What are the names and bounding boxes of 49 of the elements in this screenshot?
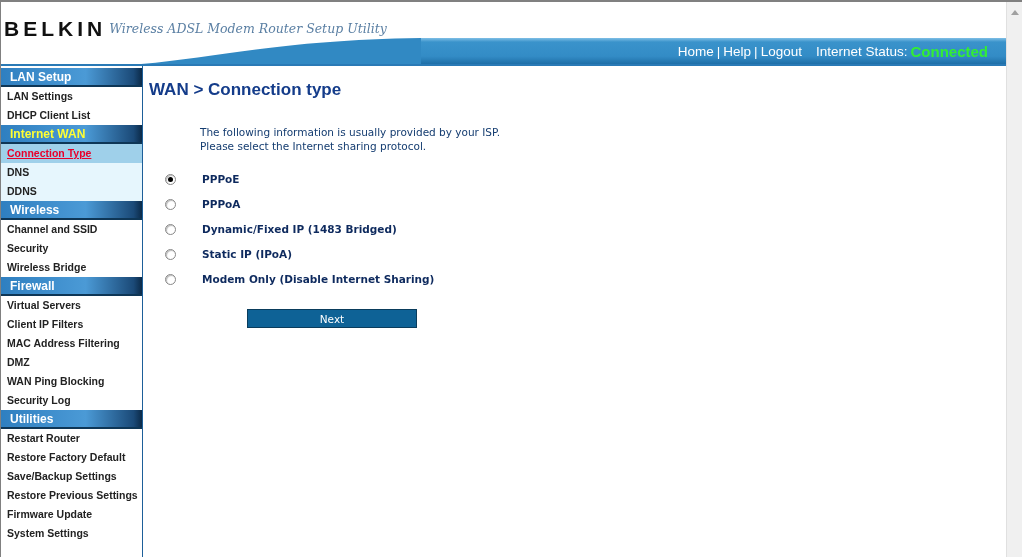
sidebar-item[interactable]: DNS bbox=[1, 163, 142, 182]
section-header[interactable]: Internet WAN bbox=[1, 125, 142, 144]
sidebar-item[interactable]: WAN Ping Blocking bbox=[1, 372, 142, 391]
app-subtitle: Wireless ADSL Modem Router Setup Utility bbox=[109, 21, 387, 36]
radio-button[interactable] bbox=[165, 223, 176, 235]
section-header[interactable]: LAN Setup bbox=[1, 68, 142, 87]
sidebar-item[interactable]: Channel and SSID bbox=[1, 220, 142, 239]
sidebar-item[interactable]: System Settings bbox=[1, 524, 142, 543]
sidebar-item[interactable]: Client IP Filters bbox=[1, 315, 142, 334]
scroll-up-icon[interactable] bbox=[1010, 10, 1019, 15]
sidebar-item[interactable]: DDNS bbox=[1, 182, 142, 201]
logo: BELKIN bbox=[4, 18, 107, 39]
option-label: Static IP (IPoA) bbox=[202, 248, 292, 260]
header-link[interactable]: Help bbox=[723, 43, 752, 59]
scrollbar[interactable] bbox=[1006, 2, 1022, 557]
sidebar-item[interactable]: DHCP Client List bbox=[1, 106, 142, 125]
option-label: PPPoA bbox=[202, 198, 241, 210]
header-link[interactable]: Home bbox=[677, 43, 714, 59]
option-label: Modem Only (Disable Internet Sharing) bbox=[202, 273, 435, 285]
section-header[interactable]: Firewall bbox=[1, 277, 142, 296]
next-button[interactable]: Next bbox=[247, 309, 417, 328]
sidebar-item[interactable]: LAN Settings bbox=[1, 87, 142, 106]
radio-button[interactable] bbox=[165, 198, 176, 210]
option-label: Dynamic/Fixed IP (1483 Bridged) bbox=[202, 223, 397, 235]
sidebar-item[interactable]: Restart Router bbox=[1, 429, 142, 448]
intro-text: Please select the Internet sharing protocol. bbox=[200, 139, 428, 153]
sidebar-item[interactable]: Security Log bbox=[1, 391, 142, 410]
sidebar-item[interactable]: Save/Backup Settings bbox=[1, 467, 142, 486]
option-label: PPPoE bbox=[202, 173, 240, 185]
section-header[interactable]: Utilities bbox=[1, 410, 142, 429]
sidebar-item[interactable]: Wireless Bridge bbox=[1, 258, 142, 277]
radio-button[interactable] bbox=[165, 273, 176, 285]
page-title: WAN > Connection type bbox=[149, 80, 343, 100]
intro-text: The following information is usually provided by your ISP. bbox=[200, 125, 502, 139]
section-header[interactable]: Wireless bbox=[1, 201, 142, 220]
sidebar-item[interactable]: Restore Previous Settings bbox=[1, 486, 142, 505]
sidebar-item[interactable]: Virtual Servers bbox=[1, 296, 142, 315]
sidebar-item[interactable]: Firmware Update bbox=[1, 505, 142, 524]
header-link[interactable]: Logout bbox=[760, 43, 802, 59]
radio-button[interactable] bbox=[165, 248, 176, 260]
sidebar-item[interactable]: Security bbox=[1, 239, 142, 258]
link-separator: | bbox=[716, 43, 721, 59]
sidebar-item[interactable]: DMZ bbox=[1, 353, 142, 372]
sidebar-item[interactable]: Restore Factory Default bbox=[1, 448, 142, 467]
radio-button[interactable] bbox=[165, 173, 176, 185]
sidebar-item[interactable]: MAC Address Filtering bbox=[1, 334, 142, 353]
link-separator: | bbox=[754, 43, 758, 59]
status-value: Connected bbox=[910, 42, 988, 60]
status-label: Internet Status: bbox=[815, 43, 908, 59]
